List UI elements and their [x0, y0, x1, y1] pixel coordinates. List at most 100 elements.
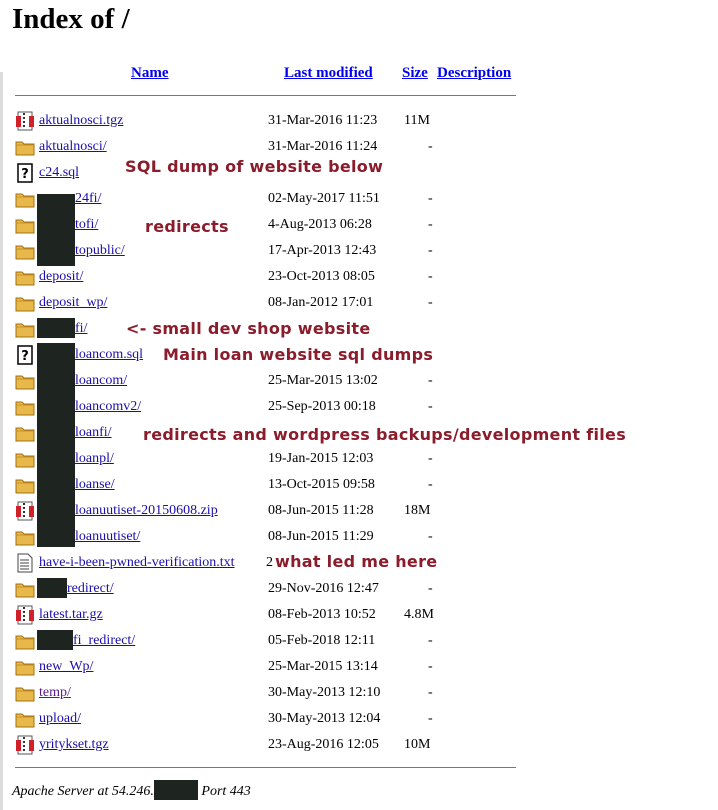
last-modified-value: 25-Mar-2015 13:14	[268, 659, 378, 674]
file-link[interactable]: loancomv2/	[75, 398, 141, 415]
last-modified-value: 23-Oct-2013 08:05	[268, 269, 375, 284]
folder-icon	[15, 293, 35, 313]
file-link[interactable]: yritykset.tgz	[39, 736, 109, 753]
file-link[interactable]: redirect/	[67, 580, 114, 597]
file-link[interactable]: 24fi/	[75, 190, 101, 207]
size-value: -	[428, 581, 433, 596]
size-value: -	[428, 659, 433, 674]
last-modified-value: 17-Apr-2013 12:43	[268, 243, 377, 258]
list-item: upload/30-May-2013 12:04 -	[0, 706, 718, 732]
size-value: -	[428, 451, 433, 466]
sort-by-last-modified-link[interactable]: Last modified	[284, 65, 373, 81]
sort-by-name-link[interactable]: Name	[131, 65, 169, 81]
file-link[interactable]: loanuutiset-20150608.zip	[75, 502, 218, 519]
col-header-name[interactable]: Name	[131, 64, 169, 82]
file-link[interactable]: loanfi/	[75, 424, 112, 441]
folder-icon	[15, 241, 35, 261]
last-modified-value: 23-Aug-2016 12:05	[268, 737, 379, 752]
redaction-box	[153, 780, 198, 800]
sort-by-size-link[interactable]: Size	[402, 65, 428, 81]
file-link[interactable]: loanse/	[75, 476, 115, 493]
footer-prefix: Apache Server at 54.246.	[12, 784, 154, 799]
list-item: temp/30-May-2013 12:10 -	[0, 680, 718, 706]
last-modified-value: 25-Sep-2013 00:18	[268, 399, 376, 414]
folder-icon	[15, 423, 35, 443]
last-modified-value: 30-May-2013 12:10	[268, 685, 381, 700]
file-link[interactable]: loanuutiset/	[75, 528, 140, 545]
last-modified-value: 31-Mar-2016 11:23	[268, 113, 378, 128]
size-value: -	[428, 295, 433, 310]
last-modified-value: 13-Oct-2015 09:58	[268, 477, 375, 492]
file-link[interactable]: new_Wp/	[39, 658, 93, 675]
file-link[interactable]: fi_redirect/	[73, 632, 135, 649]
file-link[interactable]: latest.tar.gz	[39, 606, 103, 623]
file-link[interactable]: tofi/	[75, 216, 98, 233]
list-item: loanpl/19-Jan-2015 12:03 -	[0, 446, 718, 472]
annotation-main-loan: Main loan website sql dumps	[163, 345, 434, 364]
folder-icon	[15, 371, 35, 391]
list-item: deposit_wp/08-Jan-2012 17:01 -	[0, 290, 718, 316]
annotation-wp-backups: redirects and wordpress backups/developm…	[143, 425, 627, 444]
size-value: 11M	[404, 113, 430, 128]
archive-icon	[15, 605, 35, 625]
annotation-led-here: what led me here	[275, 552, 438, 571]
folder-icon	[15, 189, 35, 209]
size-value: -	[428, 685, 433, 700]
file-link[interactable]: deposit_wp/	[39, 294, 107, 311]
redaction-box	[37, 318, 75, 338]
unknown-file-icon: ?	[15, 163, 35, 183]
unknown-file-icon: ?	[15, 345, 35, 365]
folder-icon	[15, 579, 35, 599]
file-link[interactable]: upload/	[39, 710, 81, 727]
last-modified-value: 08-Feb-2013 10:52	[268, 607, 376, 622]
folder-icon	[15, 475, 35, 495]
redaction-box	[37, 194, 75, 266]
file-link[interactable]: loanpl/	[75, 450, 114, 467]
file-link[interactable]: have-i-been-pwned-verification.txt	[39, 554, 235, 571]
folder-icon	[15, 137, 35, 157]
col-header-size[interactable]: Size	[402, 64, 428, 82]
file-link[interactable]: fi/	[75, 320, 87, 337]
list-item: latest.tar.gz 08-Feb-2013 10:52 4.8M	[0, 602, 718, 628]
file-link[interactable]: temp/	[39, 684, 71, 701]
page-title: Index of /	[12, 3, 130, 35]
last-modified-value: 08-Jun-2015 11:29	[268, 529, 374, 544]
file-link[interactable]: loancom/	[75, 372, 127, 389]
col-header-last-modified[interactable]: Last modified	[284, 64, 373, 82]
folder-icon	[15, 319, 35, 339]
list-item: loancom/25-Mar-2015 13:02 -	[0, 368, 718, 394]
list-item: new_Wp/25-Mar-2015 13:14 -	[0, 654, 718, 680]
size-value: -	[428, 269, 433, 284]
size-value: 10M	[404, 737, 431, 752]
file-link[interactable]: aktualnosci/	[39, 138, 107, 155]
last-modified-value: 05-Feb-2018 12:11	[268, 633, 376, 648]
file-link[interactable]: aktualnosci.tgz	[39, 112, 123, 129]
list-item: aktualnosci.tgz 31-Mar-2016 11:23 11M	[0, 108, 718, 134]
size-value: -	[428, 243, 433, 258]
list-item: loanse/13-Oct-2015 09:58 -	[0, 472, 718, 498]
svg-text:?: ?	[21, 167, 29, 182]
last-modified-value: 2	[266, 555, 273, 570]
size-value: -	[428, 711, 433, 726]
folder-icon	[15, 397, 35, 417]
redaction-box	[37, 578, 67, 598]
file-link[interactable]: deposit/	[39, 268, 83, 285]
list-item: 24fi/02-May-2017 11:51 -	[0, 186, 718, 212]
size-value: 18M	[404, 503, 431, 518]
size-value: -	[428, 373, 433, 388]
file-link[interactable]: loancom.sql	[75, 346, 143, 363]
size-value: 4.8M	[404, 607, 434, 622]
server-footer: Apache Server at 54.246. Port 443	[12, 780, 251, 800]
annotation-sql-dump: SQL dump of website below	[125, 157, 384, 176]
col-header-description[interactable]: Description	[437, 64, 511, 82]
archive-icon	[15, 735, 35, 755]
last-modified-value: 19-Jan-2015 12:03	[268, 451, 374, 466]
last-modified-value: 29-Nov-2016 12:47	[268, 581, 379, 596]
list-item: redirect/29-Nov-2016 12:47 -	[0, 576, 718, 602]
folder-icon	[15, 709, 35, 729]
file-link[interactable]: topublic/	[75, 242, 125, 259]
last-modified-value: 02-May-2017 11:51	[268, 191, 380, 206]
file-link[interactable]: c24.sql	[39, 164, 79, 181]
sort-by-description-link[interactable]: Description	[437, 65, 511, 81]
footer-suffix: Port 443	[197, 784, 251, 799]
